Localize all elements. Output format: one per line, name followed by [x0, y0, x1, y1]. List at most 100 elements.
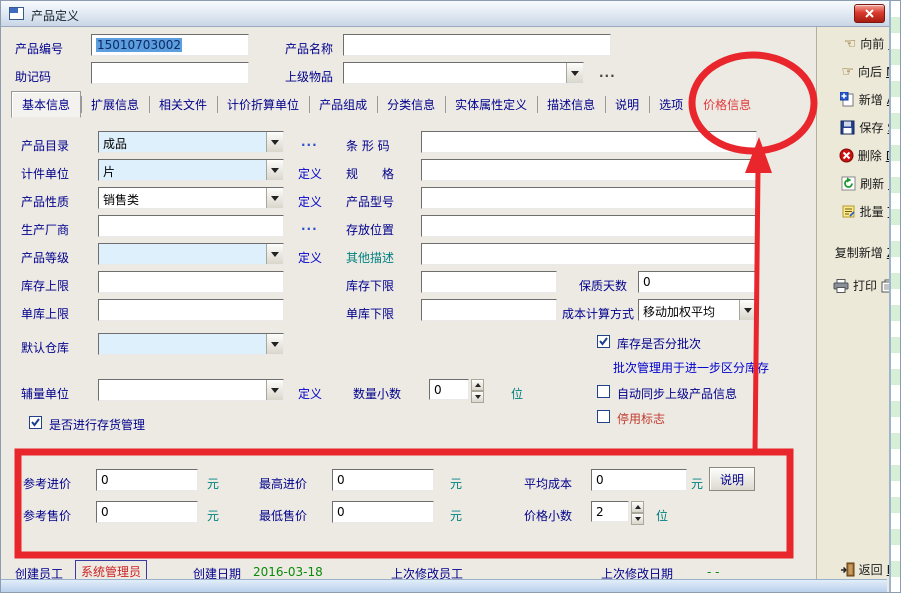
spec-input[interactable]: [421, 159, 757, 181]
catalog-label: 产品目录: [21, 137, 69, 154]
nav-next-button[interactable]: ☞ 向后N: [841, 63, 895, 80]
mnemonic-input[interactable]: [91, 62, 249, 84]
nature-define-link[interactable]: 定义: [298, 193, 322, 210]
model-input[interactable]: [421, 187, 757, 209]
chevron-down-icon[interactable]: [266, 160, 283, 180]
catalog-combo[interactable]: 成品: [98, 131, 284, 153]
chevron-down-icon[interactable]: [266, 188, 283, 208]
manufacturer-label: 生产厂商: [21, 221, 69, 238]
copy-new-button[interactable]: 复制新增Z: [835, 244, 895, 261]
tab-entity-attribute[interactable]: 实体属性定义: [445, 92, 537, 117]
price-decimal-label: 价格小数: [524, 507, 572, 524]
nature-label: 产品性质: [21, 193, 69, 210]
other-desc-label: 其他描述: [346, 249, 394, 266]
nature-combo[interactable]: 销售类: [98, 187, 284, 209]
batch-button[interactable]: 批量T: [841, 203, 895, 220]
grade-define-link[interactable]: 定义: [298, 249, 322, 266]
parent-item-combo[interactable]: [343, 62, 584, 84]
catalog-more-button[interactable]: ...: [301, 135, 318, 149]
price-decimal-input[interactable]: 2: [591, 501, 629, 522]
single-upper-input[interactable]: [98, 299, 284, 321]
nav-previous-button[interactable]: ☜ 向前L: [844, 35, 895, 52]
stock-lower-label: 库存下限: [346, 277, 394, 294]
background-window-strip: [889, 1, 901, 593]
barcode-input[interactable]: [421, 131, 757, 153]
product-name-input[interactable]: [343, 34, 611, 56]
tab-extended-info[interactable]: 扩展信息: [81, 92, 149, 117]
tab-basic-info[interactable]: 基本信息: [11, 91, 81, 118]
default-warehouse-combo[interactable]: [98, 333, 284, 355]
chevron-down-icon[interactable]: [739, 300, 756, 320]
qty-decimal-input[interactable]: 0: [429, 379, 469, 400]
batch-checkbox[interactable]: [597, 335, 610, 348]
mnemonic-label: 助记码: [15, 68, 51, 85]
manufacturer-more-button[interactable]: ...: [301, 219, 318, 233]
chevron-down-icon[interactable]: [266, 132, 283, 152]
hand-left-icon: ☜: [844, 37, 857, 51]
stock-lower-input[interactable]: [421, 271, 557, 293]
close-icon: [865, 9, 874, 18]
tab-bar: 基本信息 扩展信息 相关文件 计价折算单位 产品组成 分类信息 实体属性定义 描…: [11, 91, 761, 117]
min-sale-input[interactable]: 0: [332, 501, 434, 523]
avg-cost-input[interactable]: 0: [591, 469, 687, 491]
manufacturer-input[interactable]: [98, 215, 284, 237]
tab-product-composition[interactable]: 产品组成: [309, 92, 377, 117]
ref-sale-input[interactable]: 0: [96, 501, 198, 523]
delete-button[interactable]: 删除D: [839, 147, 895, 164]
grade-combo[interactable]: [98, 243, 284, 265]
unit-define-link[interactable]: 定义: [298, 165, 322, 182]
chevron-down-icon[interactable]: [266, 244, 283, 264]
product-definition-window: 产品定义 产品编号 15010703002 产品名称 助记码 上级物品 ... …: [0, 0, 901, 593]
check-icon: [598, 336, 609, 347]
unit-combo[interactable]: 片: [98, 159, 284, 181]
inventory-mgmt-checkbox[interactable]: [29, 416, 42, 429]
batch-note-icon: [841, 204, 856, 219]
chevron-down-icon[interactable]: [266, 334, 283, 354]
explain-button[interactable]: 说明: [709, 467, 755, 491]
spin-up-icon: [631, 501, 644, 513]
grade-label: 产品等级: [21, 249, 69, 266]
spec-label: 规 格: [346, 165, 394, 182]
return-button[interactable]: 返回R: [840, 561, 895, 578]
unit-label: 计件单位: [21, 165, 69, 182]
price-decimal-stepper[interactable]: [631, 501, 644, 522]
tab-price-info[interactable]: 价格信息: [693, 92, 761, 117]
new-page-icon: [840, 92, 855, 107]
tab-options[interactable]: 选项: [649, 92, 693, 117]
model-label: 产品型号: [346, 193, 394, 210]
max-purchase-input[interactable]: 0: [332, 469, 434, 491]
check-icon: [30, 417, 41, 428]
chevron-down-icon[interactable]: [266, 380, 283, 400]
product-code-input[interactable]: 15010703002: [91, 34, 249, 56]
spin-down-icon: [631, 513, 644, 525]
parent-item-more-button[interactable]: ...: [599, 66, 616, 80]
save-button[interactable]: 保存S: [840, 119, 895, 136]
disable-flag-checkbox[interactable]: [597, 410, 610, 423]
close-button[interactable]: [854, 4, 885, 23]
price-digit-label: 位: [656, 507, 668, 524]
single-lower-input[interactable]: [421, 299, 557, 321]
qty-decimal-stepper[interactable]: [471, 379, 484, 400]
tab-related-files[interactable]: 相关文件: [149, 92, 217, 117]
refresh-button[interactable]: 刷新F: [841, 175, 895, 192]
ref-purchase-input[interactable]: 0: [96, 469, 198, 491]
modified-date-value: - -: [707, 565, 719, 579]
stock-upper-input[interactable]: [98, 271, 284, 293]
window-icon: [9, 7, 24, 20]
tab-classification-info[interactable]: 分类信息: [377, 92, 445, 117]
cost-method-combo[interactable]: 移动加权平均: [638, 299, 757, 321]
add-new-button[interactable]: 新增A: [840, 91, 895, 108]
batch-check-label: 库存是否分批次: [617, 335, 701, 352]
aux-unit-define-link[interactable]: 定义: [298, 385, 322, 402]
yuan-label: 元: [207, 507, 219, 524]
aux-unit-combo[interactable]: [98, 379, 284, 401]
other-desc-input[interactable]: [421, 243, 757, 265]
print-button[interactable]: 打印: [833, 277, 895, 294]
tab-description-info[interactable]: 描述信息: [537, 92, 605, 117]
tab-notes[interactable]: 说明: [605, 92, 649, 117]
location-input[interactable]: [421, 215, 757, 237]
shelf-life-input[interactable]: 0: [638, 271, 757, 293]
sync-parent-checkbox[interactable]: [597, 385, 610, 398]
tab-pricing-conversion-unit[interactable]: 计价折算单位: [217, 92, 309, 117]
chevron-down-icon[interactable]: [566, 63, 583, 83]
